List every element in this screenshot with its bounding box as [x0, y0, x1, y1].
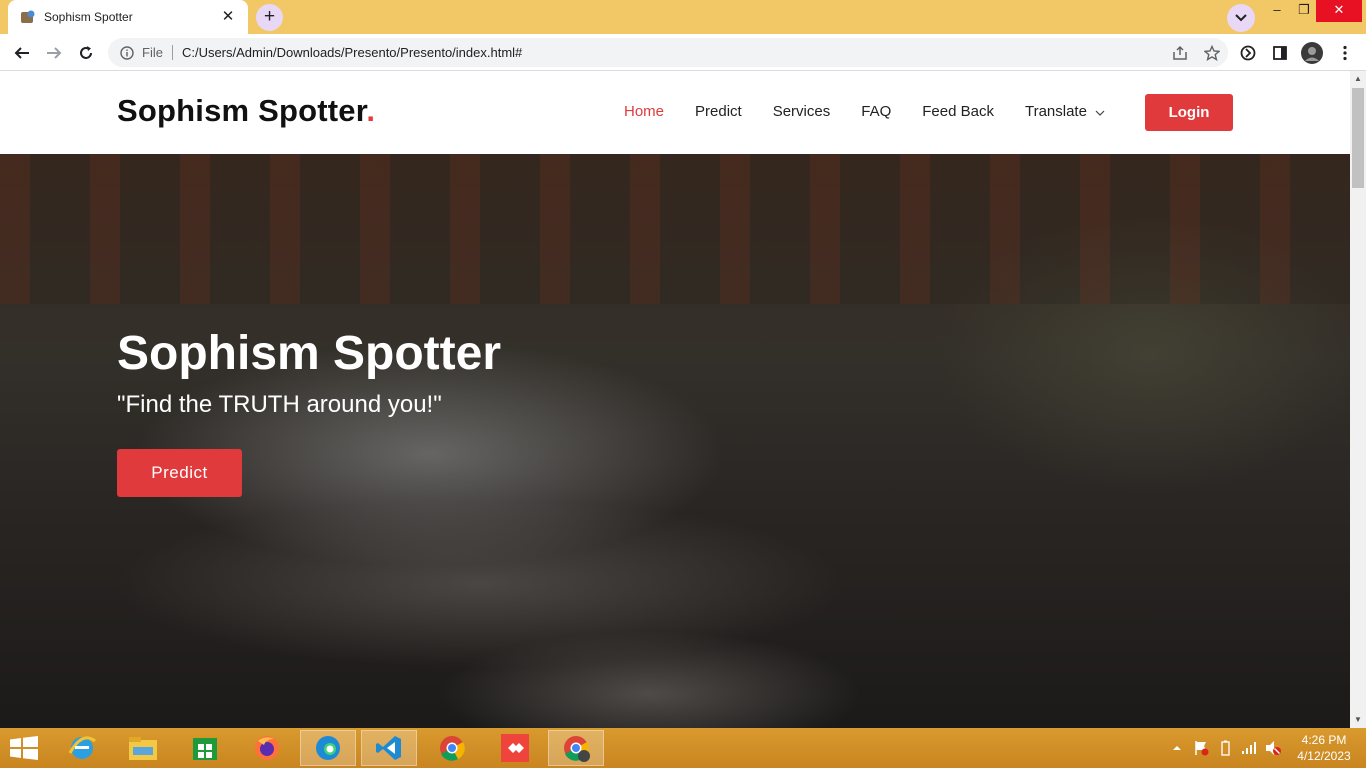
nav-feedback[interactable]: Feed Back: [922, 103, 994, 120]
system-clock[interactable]: 4:26 PM 4/12/2023: [1290, 732, 1358, 764]
chevron-down-icon: [1095, 108, 1105, 119]
network-signal-icon[interactable]: [1238, 739, 1260, 757]
system-tray: [1166, 728, 1286, 768]
logo-text: Sophism Spotter: [117, 93, 367, 128]
chrome-icon[interactable]: [424, 730, 480, 766]
scroll-down-icon[interactable]: ▼: [1350, 712, 1366, 728]
maximize-button[interactable]: ❐: [1289, 0, 1319, 22]
logo-dot: .: [366, 93, 376, 128]
nav-home[interactable]: Home: [624, 103, 664, 120]
browser-toolbar: File C:/Users/Admin/Downloads/Presento/P…: [0, 34, 1366, 71]
url-text[interactable]: C:/Users/Admin/Downloads/Presento/Presen…: [182, 45, 1164, 60]
profile-avatar[interactable]: [1300, 41, 1324, 65]
vscode-icon[interactable]: [361, 730, 417, 766]
browser-tab-strip: Sophism Spotter ✕ + – ❐ ✕: [0, 0, 1366, 34]
page-scrollbar[interactable]: ▲ ▼: [1350, 71, 1366, 728]
nav-predict[interactable]: Predict: [695, 103, 742, 120]
main-nav: Home Predict Services FAQ Feed Back Tran…: [624, 103, 1136, 120]
store-icon[interactable]: [177, 730, 233, 766]
nav-translate-dropdown[interactable]: Translate: [1025, 103, 1105, 120]
more-menu-icon[interactable]: [1333, 41, 1357, 65]
browser-tab[interactable]: Sophism Spotter ✕: [8, 0, 248, 34]
chrome-active-window-icon[interactable]: [548, 730, 604, 766]
back-arrow-icon[interactable]: [10, 41, 34, 65]
hero-section: Sophism Spotter "Find the TRUTH around y…: [0, 154, 1350, 728]
site-favicon-icon: [20, 9, 36, 25]
url-scheme-label: File: [142, 45, 173, 60]
tab-title: Sophism Spotter: [44, 10, 133, 24]
info-icon[interactable]: [120, 45, 136, 61]
windows-start-icon[interactable]: [10, 736, 40, 762]
side-panel-icon[interactable]: [1268, 41, 1292, 65]
chevron-down-icon: [1235, 9, 1247, 27]
nav-services[interactable]: Services: [773, 103, 831, 120]
site-header: Sophism Spotter. Home Predict Services F…: [0, 71, 1350, 154]
hero-predict-button[interactable]: Predict: [117, 449, 242, 497]
windows-taskbar: 4:26 PM 4/12/2023: [0, 728, 1366, 768]
close-window-button[interactable]: ✕: [1316, 0, 1362, 22]
extensions-icon[interactable]: [1236, 41, 1260, 65]
scrollbar-thumb[interactable]: [1352, 88, 1364, 188]
hero-subtitle: "Find the TRUTH around you!": [117, 391, 442, 418]
hero-title: Sophism Spotter: [117, 327, 502, 380]
tab-close-icon[interactable]: ✕: [220, 9, 236, 25]
show-hidden-icons-icon[interactable]: [1166, 739, 1188, 757]
edge-icon[interactable]: [300, 730, 356, 766]
battery-icon[interactable]: [1214, 739, 1236, 757]
login-button[interactable]: Login: [1145, 94, 1233, 131]
address-bar[interactable]: File C:/Users/Admin/Downloads/Presento/P…: [108, 38, 1228, 67]
reload-icon[interactable]: [74, 41, 98, 65]
file-explorer-icon[interactable]: [115, 730, 171, 766]
minimize-button[interactable]: –: [1262, 0, 1292, 22]
clock-time: 4:26 PM: [1301, 733, 1347, 747]
anydesk-icon[interactable]: [487, 730, 543, 766]
clock-date: 4/12/2023: [1297, 749, 1351, 763]
nav-translate-label: Translate: [1024, 103, 1087, 120]
new-tab-button[interactable]: +: [256, 4, 283, 31]
scroll-up-icon[interactable]: ▲: [1350, 71, 1366, 87]
forward-arrow-icon[interactable]: [42, 41, 66, 65]
internet-explorer-icon[interactable]: [54, 730, 110, 766]
firefox-icon[interactable]: [239, 730, 295, 766]
site-logo[interactable]: Sophism Spotter.: [117, 93, 375, 129]
share-icon[interactable]: [1164, 41, 1196, 65]
tab-search-button[interactable]: [1227, 4, 1255, 32]
hero-background-image: [0, 154, 1350, 304]
volume-muted-icon[interactable]: [1262, 739, 1284, 757]
nav-faq[interactable]: FAQ: [861, 103, 891, 120]
action-center-flag-icon[interactable]: [1190, 739, 1212, 757]
bookmark-star-icon[interactable]: [1196, 41, 1228, 65]
